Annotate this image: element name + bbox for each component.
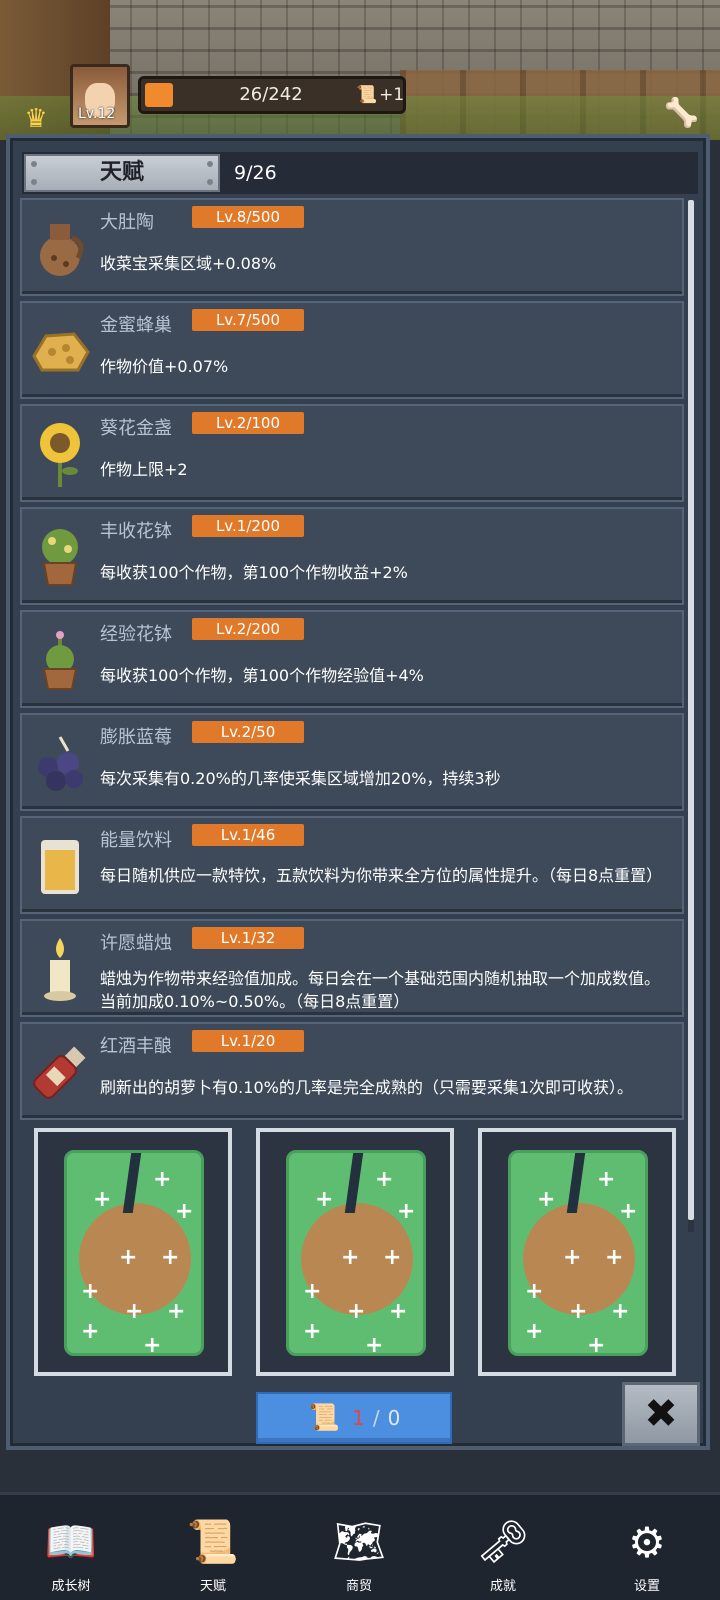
blueberry-icon bbox=[28, 727, 92, 799]
talent-description: 每收获100个作物，第100个作物收益+2% bbox=[100, 563, 408, 582]
draw-talent-button[interactable]: 📜 1 / 0 bbox=[256, 1392, 452, 1444]
talent-level-badge: Lv.1/32 bbox=[192, 927, 304, 949]
nav-label: 商贸 bbox=[345, 1579, 372, 1594]
talent-level-badge: Lv.1/46 bbox=[192, 824, 304, 846]
scroll-icon: 📜 bbox=[307, 1403, 341, 1433]
scroll-bonus-value: +1 bbox=[379, 85, 405, 105]
tab-talent[interactable]: 天赋 bbox=[24, 154, 220, 192]
crown-icon: ♛ bbox=[24, 104, 48, 134]
talent-card[interactable]: + + + + + + + + + + bbox=[34, 1128, 232, 1376]
talent-description: 收菜宝采集区域+0.08% bbox=[100, 254, 277, 273]
draw-separator: / bbox=[372, 1406, 380, 1430]
flower-pot-icon bbox=[28, 521, 92, 593]
talent-description: 刷新出的胡萝卜有0.10%的几率是完全成熟的（只需要采集1次即可收获）。 bbox=[100, 1078, 634, 1097]
talent-name: 大肚陶 bbox=[100, 212, 154, 233]
talent-count: 9/26 bbox=[234, 162, 277, 184]
talent-card-slots: + + + + + + + + + + + + + + + + + + + + bbox=[26, 1128, 678, 1376]
talent-level-badge: Lv.7/500 bbox=[192, 309, 304, 331]
draw-total: 0 bbox=[387, 1406, 401, 1430]
sprout-pot-icon bbox=[28, 624, 92, 696]
nav-item-talent[interactable]: 📜 天赋 bbox=[148, 1495, 278, 1599]
talent-name: 许愿蜡烛 bbox=[100, 933, 172, 954]
nav-item-achievements[interactable]: 🗝 成就 bbox=[438, 1495, 568, 1599]
nav-label: 天赋 bbox=[199, 1579, 226, 1594]
bone-icon: 🦴 bbox=[664, 96, 699, 129]
nav-item-growth-tree[interactable]: 📖 成长树 bbox=[6, 1495, 136, 1599]
nav-item-settings[interactable]: ⚙ 设置 bbox=[582, 1495, 712, 1599]
talent-name: 金蜜蜂巢 bbox=[100, 315, 172, 336]
tab-talent-label: 天赋 bbox=[99, 160, 144, 185]
book-icon: 📖 bbox=[44, 1517, 98, 1566]
talent-row[interactable]: 许愿蜡烛 Lv.1/32 蜡烛为作物带来经验值加成。每日会在一个基础范围内随机抽… bbox=[20, 919, 684, 1017]
key-icon: 🗝 bbox=[476, 1517, 530, 1566]
nav-label: 成长树 bbox=[51, 1579, 91, 1594]
talent-row[interactable]: 大肚陶 Lv.8/500 收菜宝采集区域+0.08% bbox=[20, 198, 684, 296]
talent-row[interactable]: 红酒丰酿 Lv.1/20 刷新出的胡萝卜有0.10%的几率是完全成熟的（只需要采… bbox=[20, 1022, 684, 1120]
wine-bottle-icon bbox=[28, 1036, 92, 1108]
close-icon: ✖ bbox=[644, 1391, 678, 1437]
drink-cup-icon bbox=[28, 830, 92, 902]
talent-level-badge: Lv.1/200 bbox=[192, 515, 304, 537]
close-button[interactable]: ✖ bbox=[622, 1382, 700, 1446]
talent-row[interactable]: 膨胀蓝莓 Lv.2/50 每次采集有0.20%的几率使采集区域增加20%，持续3… bbox=[20, 713, 684, 811]
talent-level-badge: Lv.2/200 bbox=[192, 618, 304, 640]
bottom-nav: 📖 成长树 📜 天赋 🗺 商贸 🗝 成就 ⚙ 设置 bbox=[0, 1492, 720, 1600]
talent-level-badge: Lv.2/100 bbox=[192, 412, 304, 434]
talent-list[interactable]: 大肚陶 Lv.8/500 收菜宝采集区域+0.08% 金蜜蜂巢 Lv.7/500… bbox=[20, 198, 686, 1236]
talent-row[interactable]: 经验花钵 Lv.2/200 每收获100个作物，第100个作物经验值+4% bbox=[20, 610, 684, 708]
card-back: + + + + + + + + + + bbox=[286, 1150, 426, 1357]
talent-name: 经验花钵 bbox=[100, 624, 172, 645]
talent-description: 蜡烛为作物带来经验值加成。每日会在一个基础范围内随机抽取一个加成数值。当前加成0… bbox=[100, 969, 661, 1011]
talent-level-badge: Lv.2/50 bbox=[192, 721, 304, 743]
talent-name: 丰收花钵 bbox=[100, 521, 172, 542]
gear-icon: ⚙ bbox=[628, 1517, 666, 1567]
clay-jug-icon bbox=[28, 212, 92, 284]
candle-icon bbox=[28, 933, 92, 1005]
nav-item-trade[interactable]: 🗺 商贸 bbox=[294, 1495, 424, 1599]
honeycomb-icon bbox=[28, 315, 92, 387]
talent-level-badge: Lv.8/500 bbox=[192, 206, 304, 228]
talent-row[interactable]: 丰收花钵 Lv.1/200 每收获100个作物，第100个作物收益+2% bbox=[20, 507, 684, 605]
talent-description: 作物上限+2 bbox=[100, 460, 188, 479]
talent-name: 能量饮料 bbox=[100, 830, 172, 851]
player-level: Lv.12 bbox=[78, 106, 116, 122]
talent-description: 作物价值+0.07% bbox=[100, 357, 229, 376]
scroll-icon: 📜 bbox=[356, 85, 378, 105]
rivet bbox=[31, 179, 37, 185]
talent-name: 膨胀蓝莓 bbox=[100, 727, 172, 748]
rivet bbox=[207, 161, 213, 167]
nav-label: 设置 bbox=[633, 1579, 660, 1594]
scroll-icon: 📜 bbox=[186, 1517, 240, 1566]
scrollbar-thumb[interactable] bbox=[688, 200, 694, 1220]
talent-card[interactable]: + + + + + + + + + + bbox=[478, 1128, 676, 1376]
rivet bbox=[207, 179, 213, 185]
talent-name: 葵花金盏 bbox=[100, 418, 172, 439]
draw-current: 1 bbox=[352, 1406, 365, 1430]
talent-description: 每收获100个作物，第100个作物经验值+4% bbox=[100, 666, 424, 685]
nav-label: 成就 bbox=[489, 1579, 516, 1594]
talent-card[interactable]: + + + + + + + + + + bbox=[256, 1128, 454, 1376]
list-scrollbar[interactable] bbox=[688, 200, 694, 1232]
talent-row[interactable]: 葵花金盏 Lv.2/100 作物上限+2 bbox=[20, 404, 684, 502]
panel-header: 天赋 9/26 bbox=[22, 152, 698, 194]
map-icon: 🗺 bbox=[332, 1517, 386, 1566]
scroll-bonus: 📜 +1 bbox=[356, 82, 404, 108]
card-back: + + + + + + + + + + bbox=[508, 1150, 648, 1357]
talent-row[interactable]: 金蜜蜂巢 Lv.7/500 作物价值+0.07% bbox=[20, 301, 684, 399]
talent-description: 每次采集有0.20%的几率使采集区域增加20%，持续3秒 bbox=[100, 769, 501, 788]
talent-name: 红酒丰酿 bbox=[100, 1036, 172, 1057]
card-back: + + + + + + + + + + bbox=[64, 1150, 204, 1357]
talent-level-badge: Lv.1/20 bbox=[192, 1030, 304, 1052]
sunflower-icon bbox=[28, 418, 92, 490]
rivet bbox=[31, 161, 37, 167]
talent-row[interactable]: 能量饮料 Lv.1/46 每日随机供应一款特饮，五款饮料为你带来全方位的属性提升… bbox=[20, 816, 684, 914]
talent-description: 每日随机供应一款特饮，五款饮料为你带来全方位的属性提升。（每日8点重置） bbox=[100, 866, 663, 885]
